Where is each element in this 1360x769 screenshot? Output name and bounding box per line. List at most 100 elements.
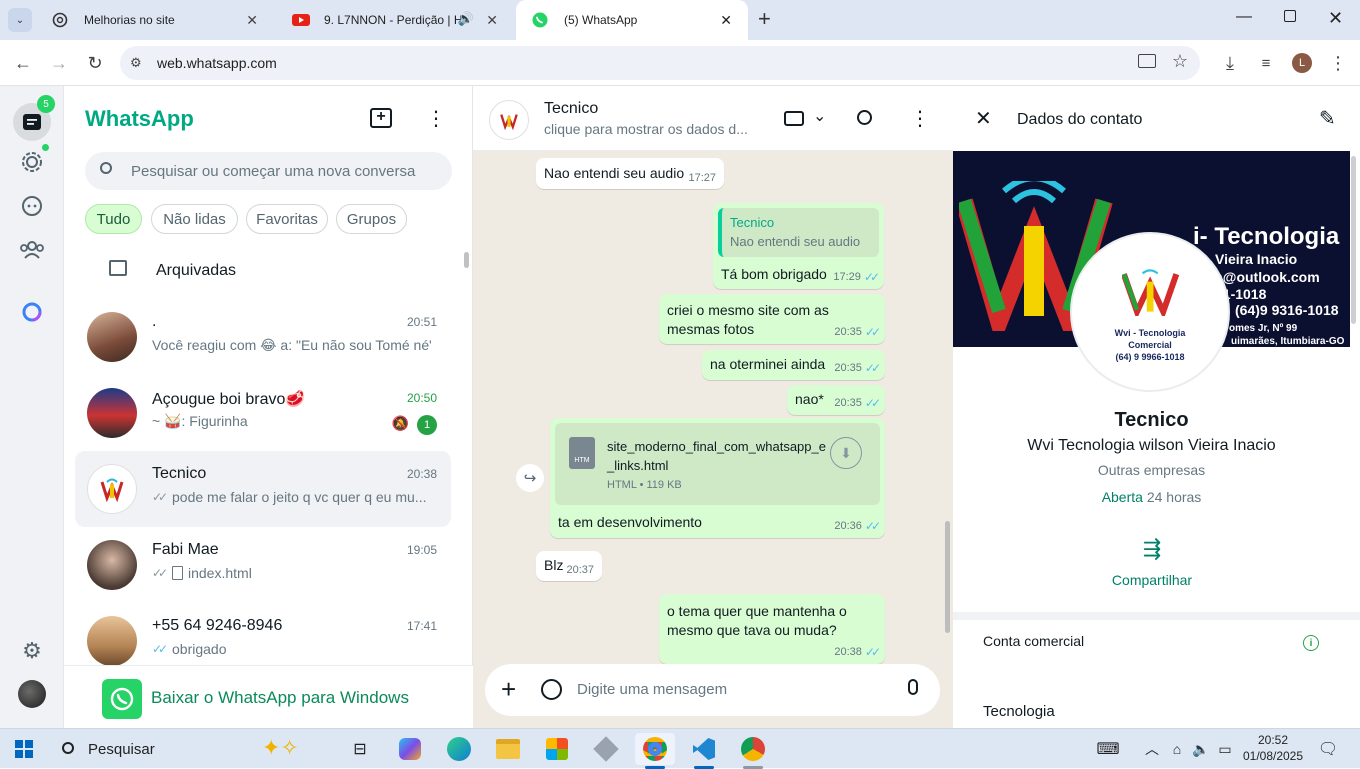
message-text: Tá bom obrigado bbox=[721, 266, 827, 282]
new-chat-icon[interactable]: + bbox=[370, 108, 392, 128]
contact-panel-scrollbar[interactable] bbox=[1351, 156, 1356, 324]
media-controls-icon[interactable]: ≡ bbox=[1251, 48, 1281, 78]
quoted-message[interactable]: Tecnico Nao entendi seu audio bbox=[718, 208, 879, 257]
close-tab-icon[interactable]: ✕ bbox=[720, 12, 732, 28]
copilot-icon[interactable] bbox=[390, 733, 430, 765]
filter-favorites[interactable]: Favoritas bbox=[246, 204, 328, 234]
notifications-icon[interactable]: 🗨 bbox=[1308, 733, 1348, 765]
chevron-down-icon[interactable]: ⌄ bbox=[813, 106, 826, 126]
site-info-icon[interactable]: ⚙ bbox=[130, 55, 142, 71]
chat-list-scrollbar[interactable] bbox=[464, 252, 469, 268]
filter-all[interactable]: Tudo bbox=[85, 204, 142, 234]
profile-photo[interactable] bbox=[18, 680, 46, 708]
back-button[interactable]: ← bbox=[8, 48, 38, 78]
speaker-icon[interactable]: 🔊 bbox=[458, 11, 474, 27]
message-input[interactable]: Digite uma mensagem bbox=[577, 681, 727, 698]
chat-row[interactable]: Fabi Mae 19:05 ✓✓ index.html bbox=[75, 527, 451, 603]
tab-title: Melhorias no site bbox=[84, 13, 175, 27]
status-icon[interactable] bbox=[16, 144, 49, 178]
file-explorer-icon[interactable] bbox=[488, 733, 528, 765]
profile-picture[interactable]: Wvi - Tecnologia Comercial (64) 9 9966-1… bbox=[1070, 232, 1230, 392]
close-tab-icon[interactable]: ✕ bbox=[486, 12, 498, 28]
conversation-scrollbar[interactable] bbox=[945, 521, 950, 633]
keyboard-icon[interactable]: ⌨ bbox=[1088, 733, 1128, 765]
windows-start-icon[interactable] bbox=[4, 733, 44, 765]
info-icon[interactable]: i bbox=[1303, 635, 1319, 651]
download-file-icon[interactable]: ⬇ bbox=[830, 437, 862, 469]
sticker-icon[interactable] bbox=[541, 679, 562, 700]
vscode-icon[interactable] bbox=[684, 733, 724, 765]
edit-pencil-icon[interactable]: ✎ bbox=[1319, 106, 1336, 131]
new-tab-button[interactable]: + bbox=[758, 8, 771, 30]
reload-button[interactable]: ↻ bbox=[80, 48, 110, 78]
browser-tab-youtube[interactable]: 9. L7NNON - Perdição | HH 🔊 ✕ bbox=[276, 0, 514, 40]
search-box[interactable]: Pesquisar ou começar uma nova conversa bbox=[85, 152, 452, 190]
close-window-button[interactable]: ✕ bbox=[1328, 8, 1343, 29]
archive-icon bbox=[109, 260, 127, 276]
business-hours[interactable]: Aberta 24 horas bbox=[953, 489, 1350, 505]
chat-row-selected[interactable]: Tecnico 20:38 ✓✓ pode me falar o jeito q… bbox=[75, 451, 451, 527]
chat-row[interactable]: Açougue boi bravo🥩 20:50 ~ 🥁: Figurinha … bbox=[75, 375, 451, 451]
message-incoming[interactable]: Blz 20:37 bbox=[536, 551, 602, 581]
minimize-window-button[interactable]: — bbox=[1236, 8, 1252, 26]
file-card[interactable]: HTM site_moderno_final_com_whatsapp_e_li… bbox=[555, 423, 880, 505]
app-icon[interactable] bbox=[586, 733, 626, 765]
conversation-header[interactable]: Tecnico clique para mostrar os dados d..… bbox=[473, 86, 953, 151]
message-outgoing[interactable]: criei o mesmo site com as mesmas fotos 2… bbox=[659, 294, 885, 344]
install-app-icon[interactable] bbox=[1138, 54, 1156, 68]
message-outgoing[interactable]: Tecnico Nao entendi seu audio Tá bom obr… bbox=[713, 203, 884, 289]
message-time: 20:35 bbox=[834, 397, 862, 409]
message-outgoing[interactable]: na oterminei ainda 20:35 ✓✓ bbox=[702, 350, 885, 380]
chats-icon[interactable]: 5 bbox=[13, 95, 55, 141]
forward-icon[interactable]: ↪ bbox=[516, 464, 544, 492]
chat-row[interactable]: . 20:51 Você reagiu com 😂 a: "Eu não sou… bbox=[75, 299, 451, 375]
video-call-icon[interactable] bbox=[784, 111, 804, 126]
filter-unread[interactable]: Não lidas bbox=[151, 204, 238, 234]
search-icon[interactable] bbox=[857, 110, 872, 125]
downloads-icon[interactable]: ⤓ bbox=[1215, 48, 1245, 78]
taskbar-search[interactable]: Pesquisar ✦✧ bbox=[50, 733, 330, 765]
message-file[interactable]: HTM site_moderno_final_com_whatsapp_e_li… bbox=[550, 418, 885, 538]
profile-avatar[interactable]: L bbox=[1292, 53, 1312, 73]
attach-plus-icon[interactable]: + bbox=[501, 674, 516, 704]
meta-ai-icon[interactable] bbox=[16, 296, 48, 328]
chat-time: 20:50 bbox=[406, 391, 437, 405]
task-view-icon[interactable]: ⊟ bbox=[340, 733, 380, 765]
message-time: 20:35 bbox=[834, 362, 862, 374]
share-button[interactable]: ⇶ Compartilhar bbox=[1102, 536, 1202, 596]
chatgpt-icon bbox=[52, 12, 68, 28]
filter-groups[interactable]: Grupos bbox=[336, 204, 407, 234]
microphone-icon[interactable] bbox=[908, 679, 918, 695]
channels-icon[interactable] bbox=[16, 190, 48, 222]
close-icon[interactable]: ✕ bbox=[975, 106, 992, 131]
restore-window-button[interactable] bbox=[1284, 10, 1296, 22]
browser-tab-whatsapp[interactable]: (5) WhatsApp ✕ bbox=[516, 0, 748, 40]
bookmark-star-icon[interactable]: ☆ bbox=[1172, 51, 1188, 72]
archived-row[interactable]: Arquivadas bbox=[75, 248, 451, 292]
browser-menu-icon[interactable]: ⋮ bbox=[1323, 48, 1353, 78]
chrome-icon-2[interactable] bbox=[733, 733, 773, 765]
message-incoming[interactable]: Nao entendi seu audio 17:27 bbox=[536, 158, 724, 189]
account-type-row[interactable]: Conta comercial i bbox=[953, 620, 1350, 670]
menu-icon[interactable]: ⋮ bbox=[910, 106, 930, 131]
address-bar[interactable]: ⚙ web.whatsapp.com ☆ bbox=[120, 46, 1200, 80]
settings-icon[interactable]: ⚙ bbox=[16, 635, 48, 667]
message-outgoing[interactable]: nao* 20:35 ✓✓ bbox=[787, 385, 885, 415]
store-icon[interactable] bbox=[537, 733, 577, 765]
download-banner[interactable]: Baixar o WhatsApp para Windows bbox=[64, 665, 473, 728]
chrome-icon[interactable] bbox=[635, 733, 675, 765]
conversation-panel: Tecnico clique para mostrar os dados d..… bbox=[473, 86, 953, 728]
communities-icon[interactable] bbox=[16, 234, 48, 266]
search-input[interactable]: Pesquisar ou começar uma nova conversa bbox=[131, 163, 415, 180]
quote-text: Nao entendi seu audio bbox=[730, 234, 861, 249]
menu-icon[interactable]: ⋮ bbox=[426, 106, 446, 131]
close-tab-icon[interactable]: ✕ bbox=[246, 12, 258, 28]
message-outgoing[interactable]: o tema quer que mantenha o mesmo que tav… bbox=[659, 594, 885, 664]
forward-button[interactable]: → bbox=[44, 48, 74, 78]
banner-line6: uimarães, Itumbiara-GO bbox=[1231, 336, 1345, 347]
contact-avatar[interactable] bbox=[489, 100, 529, 140]
edge-icon[interactable] bbox=[439, 733, 479, 765]
browser-tab-chatgpt[interactable]: Melhorias no site ✕ bbox=[36, 0, 274, 40]
clock[interactable]: 20:52 01/08/2025 bbox=[1238, 732, 1308, 764]
tab-search-button[interactable]: ⌄ bbox=[8, 8, 32, 32]
